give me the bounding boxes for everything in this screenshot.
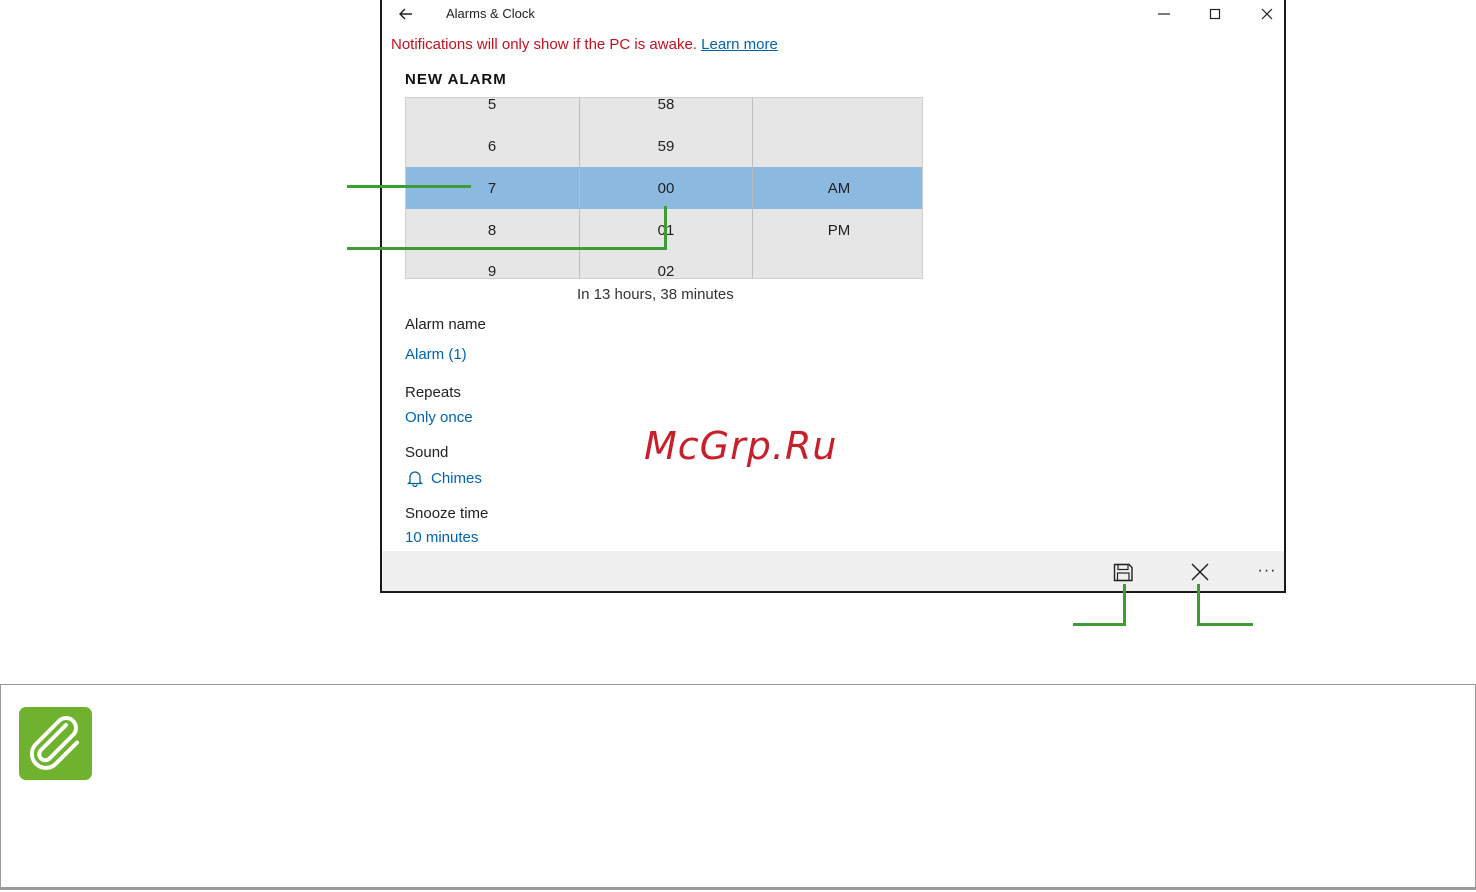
time-picker[interactable]: 5 6 7 8 9 58 59 00 01 02 AM PM <box>405 97 923 279</box>
hour-option[interactable]: 6 <box>406 138 578 155</box>
minute-option-selected[interactable]: 00 <box>580 180 752 197</box>
title-bar: Alarms & Clock <box>382 0 1284 28</box>
callout-minute-riser <box>664 206 667 250</box>
discard-button[interactable] <box>1185 559 1215 585</box>
alarms-window: Alarms & Clock Notifications will only s… <box>380 0 1286 593</box>
period-column[interactable]: AM PM <box>752 98 922 278</box>
snooze-label: Snooze time <box>405 505 489 522</box>
command-bar: ··· <box>382 551 1284 591</box>
more-button[interactable]: ··· <box>1252 559 1282 585</box>
hour-option[interactable]: 9 <box>406 263 578 278</box>
paperclip-icon <box>29 716 79 770</box>
callout-hour-line <box>347 185 471 188</box>
page-title: NEW ALARM <box>405 71 507 88</box>
close-icon <box>1261 8 1273 20</box>
repeats-dropdown[interactable]: Only once <box>405 409 473 426</box>
period-option-selected[interactable]: AM <box>753 180 922 197</box>
minute-option[interactable]: 59 <box>580 138 752 155</box>
awake-notice: Notifications will only show if the PC i… <box>391 36 778 53</box>
app-title: Alarms & Clock <box>446 6 535 21</box>
callout-save-line <box>1073 623 1126 626</box>
note-badge <box>19 707 92 780</box>
back-arrow-icon <box>399 8 412 20</box>
close-window-button[interactable] <box>1252 4 1282 24</box>
hour-option[interactable]: 8 <box>406 222 578 239</box>
hour-column[interactable]: 5 6 7 8 9 <box>406 98 578 278</box>
callout-discard-line <box>1197 623 1253 626</box>
save-icon <box>1113 563 1133 582</box>
more-icon: ··· <box>1257 562 1277 579</box>
minimize-button[interactable] <box>1149 4 1179 24</box>
note-box <box>0 684 1476 890</box>
back-button[interactable] <box>394 4 418 24</box>
minute-column[interactable]: 58 59 00 01 02 <box>579 98 752 278</box>
save-button[interactable] <box>1108 559 1138 585</box>
maximize-icon <box>1209 8 1221 20</box>
notice-text: Notifications will only show if the PC i… <box>391 36 697 53</box>
callout-save-riser <box>1123 584 1126 626</box>
hour-option[interactable]: 5 <box>406 98 578 113</box>
period-option[interactable]: PM <box>753 222 922 239</box>
bell-icon <box>406 471 424 487</box>
callout-discard-riser <box>1197 584 1200 626</box>
repeats-label: Repeats <box>405 384 461 401</box>
snooze-dropdown[interactable]: 10 minutes <box>405 529 478 546</box>
sound-value: Chimes <box>431 469 482 487</box>
close-icon <box>1191 563 1209 581</box>
alarm-name-field[interactable]: Alarm (1) <box>405 346 467 363</box>
minute-option[interactable]: 02 <box>580 263 752 278</box>
hour-option-selected[interactable]: 7 <box>406 180 578 197</box>
minute-option[interactable]: 58 <box>580 98 752 113</box>
sound-label: Sound <box>405 444 449 461</box>
alarm-name-label: Alarm name <box>405 316 486 333</box>
callout-minute-line <box>347 247 667 250</box>
maximize-button[interactable] <box>1200 4 1230 24</box>
sound-dropdown[interactable]: Chimes <box>405 469 482 487</box>
learn-more-link[interactable]: Learn more <box>701 36 778 53</box>
minimize-icon <box>1158 13 1170 15</box>
time-until-alarm: In 13 hours, 38 minutes <box>577 286 734 303</box>
watermark: McGrp.Ru <box>644 424 838 468</box>
